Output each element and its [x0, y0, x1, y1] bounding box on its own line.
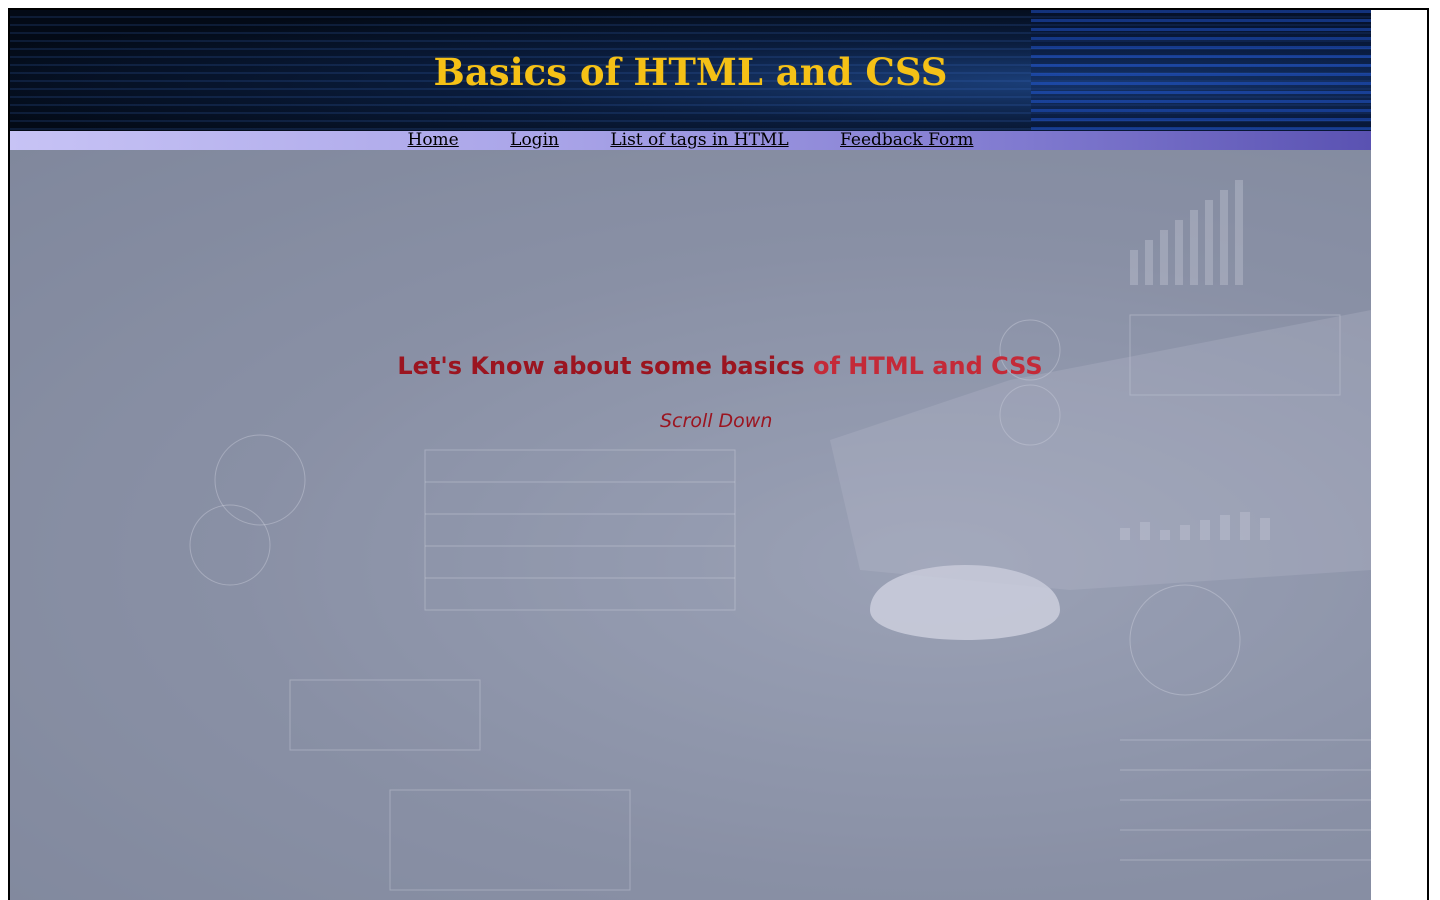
hero-heading: Let's Know about some basics of HTML and… [10, 352, 1427, 380]
site-title: Basics of HTML and CSS [433, 50, 948, 94]
page-frame: Basics of HTML and CSS Home Login List o… [8, 8, 1429, 900]
nav-link-tags[interactable]: List of tags in HTML [610, 130, 788, 150]
main-nav: Home Login List of tags in HTML Feedback… [10, 131, 1371, 150]
nav-link-login[interactable]: Login [510, 130, 559, 150]
hero-section [10, 150, 1371, 900]
hero-heading-main: Let's Know about some basics [397, 352, 805, 380]
hero-heading-accent: of HTML and CSS [804, 352, 1043, 380]
nav-link-feedback[interactable]: Feedback Form [840, 130, 973, 150]
scroll-hint: Scroll Down [660, 410, 773, 432]
header-banner: Basics of HTML and CSS [10, 10, 1371, 131]
hero-overlay [10, 150, 1371, 900]
nav-link-home[interactable]: Home [408, 130, 459, 150]
